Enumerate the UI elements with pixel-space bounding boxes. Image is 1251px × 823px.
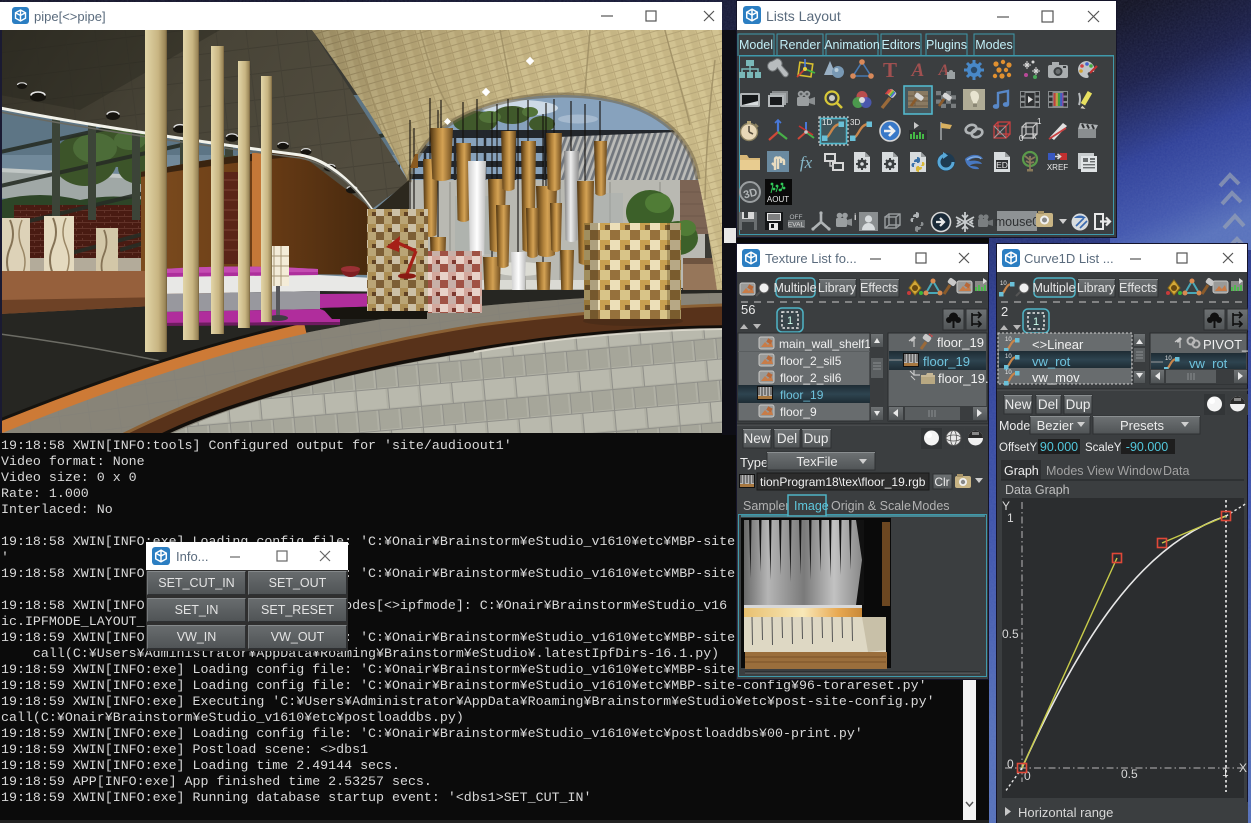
svg-text:mouse0: mouse0 [995, 215, 1040, 229]
svg-text:New: New [1004, 397, 1031, 412]
svg-text:Origin & Scale: Origin & Scale [831, 499, 911, 513]
svg-text:vw_rot: vw_rot [1189, 356, 1228, 371]
svg-text:floor_19: floor_19 [937, 335, 984, 350]
svg-text:Multiple: Multiple [1032, 281, 1075, 295]
svg-text:Library: Library [818, 281, 857, 295]
svg-text:Image: Image [794, 499, 829, 513]
svg-text:1: 1 [1033, 316, 1039, 328]
svg-text:1: 1 [787, 315, 793, 327]
svg-text:Data: Data [1163, 464, 1189, 478]
svg-text:AOUT: AOUT [767, 195, 789, 204]
svg-text:90.000: 90.000 [1040, 440, 1078, 454]
svg-text:floor_9: floor_9 [780, 405, 817, 419]
svg-text:Sampler: Sampler [743, 499, 790, 513]
svg-text:floor_19.r: floor_19.r [938, 371, 988, 386]
svg-text:TexFile: TexFile [796, 454, 837, 469]
svg-text:Horizontal range: Horizontal range [1018, 805, 1113, 820]
svg-text:OFF: OFF [790, 214, 803, 221]
svg-text:Del: Del [777, 431, 797, 446]
svg-text:Plugins: Plugins [926, 38, 967, 52]
svg-text:A: A [911, 60, 925, 81]
svg-text:PIVOT_E: PIVOT_E [1203, 337, 1248, 352]
svg-text:Mode: Mode [999, 419, 1030, 433]
svg-text:Modes: Modes [975, 38, 1013, 52]
svg-text:0.5: 0.5 [1002, 627, 1019, 641]
svg-text:56: 56 [741, 302, 755, 317]
svg-text:1: 1 [1037, 117, 1042, 126]
svg-text:floor_19: floor_19 [923, 354, 970, 369]
svg-text:Graph: Graph [1004, 464, 1039, 478]
svg-text:Editors: Editors [882, 38, 921, 52]
svg-text:1D: 1D [822, 118, 832, 127]
svg-text:i: i [854, 212, 857, 222]
svg-text:Multiple: Multiple [773, 281, 816, 295]
svg-text:tionProgram18\tex\floor_19.rgb: tionProgram18\tex\floor_19.rgb [760, 475, 926, 489]
svg-text:Del: Del [1038, 397, 1058, 412]
svg-text:Model: Model [739, 38, 773, 52]
svg-text:Bezier: Bezier [1037, 418, 1075, 433]
svg-text:Effects: Effects [1119, 281, 1157, 295]
svg-text:0.5: 0.5 [1121, 767, 1138, 781]
svg-text:OffsetY: OffsetY [999, 442, 1037, 454]
svg-text:0: 0 [1024, 769, 1031, 783]
svg-text:Render: Render [780, 38, 821, 52]
svg-text:floor_2_sil6: floor_2_sil6 [780, 371, 842, 385]
svg-text:3D: 3D [850, 118, 860, 127]
svg-text:Type: Type [740, 455, 768, 470]
svg-text:EVAL: EVAL [788, 222, 805, 229]
svg-text:T: T [883, 58, 897, 82]
svg-text:<>Linear: <>Linear [1032, 337, 1084, 352]
svg-text:0: 0 [1019, 134, 1024, 143]
svg-text:-90.000: -90.000 [1126, 440, 1168, 454]
svg-text:Clr: Clr [934, 475, 949, 489]
svg-text:fx: fx [800, 153, 813, 172]
svg-text:main_wall_shelf1: main_wall_shelf1 [779, 337, 871, 351]
svg-text:Dup: Dup [804, 431, 829, 446]
svg-text:vw_rot: vw_rot [1032, 354, 1071, 369]
svg-text:Dup: Dup [1066, 397, 1091, 412]
svg-text:vw_mov: vw_mov [1032, 370, 1080, 385]
svg-text:ED: ED [996, 160, 1008, 170]
svg-text:0: 0 [1007, 757, 1014, 771]
svg-text:Modes: Modes [912, 499, 950, 513]
svg-text:ScaleY: ScaleY [1085, 442, 1122, 454]
svg-text:Effects: Effects [860, 281, 898, 295]
svg-text:Data Graph: Data Graph [1005, 483, 1070, 497]
svg-text:floor_19: floor_19 [780, 388, 824, 402]
svg-text:Modes: Modes [1046, 464, 1084, 478]
svg-text:Presets: Presets [1120, 418, 1165, 433]
svg-text:Animation: Animation [824, 38, 880, 52]
svg-text:XREF: XREF [1047, 163, 1068, 172]
svg-text:1: 1 [1007, 511, 1014, 525]
svg-text:Library: Library [1077, 281, 1116, 295]
svg-text:floor_2_sil5: floor_2_sil5 [780, 354, 842, 368]
svg-text:View Window: View Window [1087, 464, 1163, 478]
svg-text:New: New [743, 431, 770, 446]
svg-text:2: 2 [1001, 304, 1008, 319]
